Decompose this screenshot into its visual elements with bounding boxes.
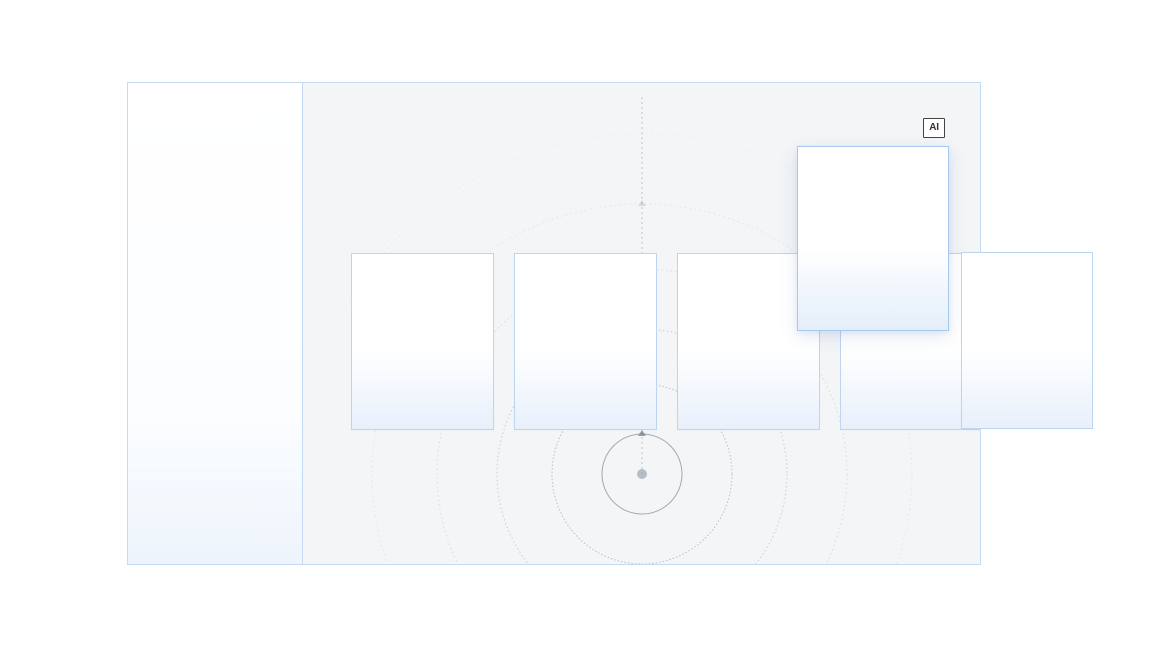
edge-fade-left xyxy=(0,0,90,648)
card-slot-1[interactable] xyxy=(351,253,494,430)
card-slot-5[interactable] xyxy=(961,252,1093,429)
card-featured[interactable] xyxy=(797,146,949,331)
sidebar-panel xyxy=(128,83,303,564)
edge-fade-right xyxy=(1092,0,1152,648)
ai-badge-label: AI xyxy=(929,123,939,133)
ai-badge: AI xyxy=(923,118,945,138)
card-slot-2[interactable] xyxy=(514,253,657,430)
edge-fade-bottom xyxy=(0,588,1152,648)
